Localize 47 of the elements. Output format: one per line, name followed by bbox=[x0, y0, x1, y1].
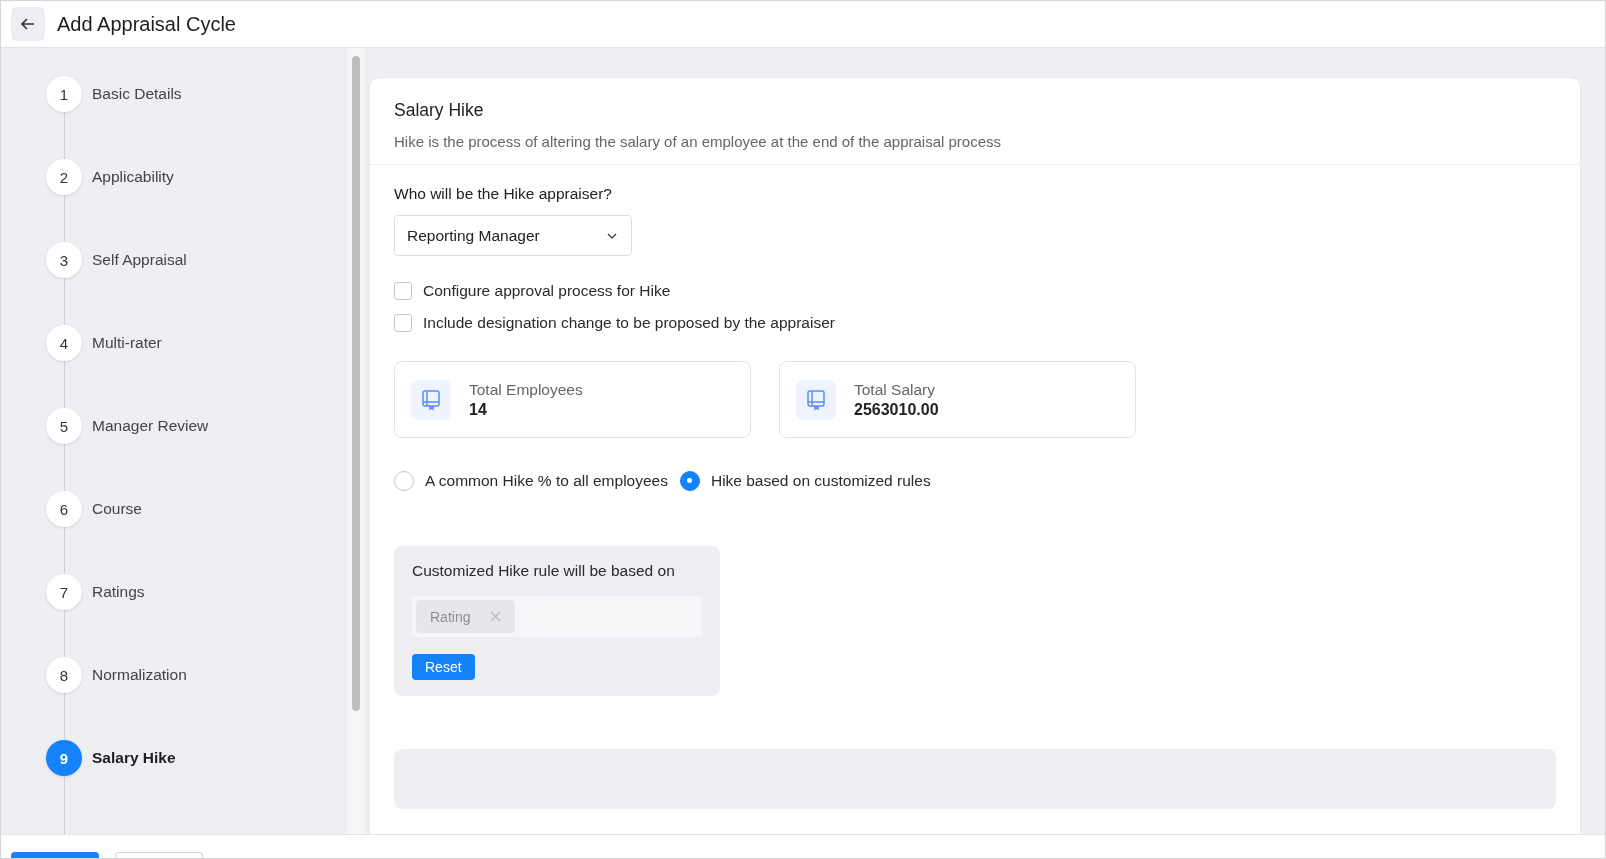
checkbox-label: Configure approval process for Hike bbox=[423, 282, 671, 300]
step-item[interactable]: 7 Ratings bbox=[46, 574, 347, 610]
checkbox[interactable] bbox=[394, 314, 412, 332]
step-number: 4 bbox=[46, 325, 82, 361]
step-item[interactable]: 5 Manager Review bbox=[46, 408, 347, 444]
stat-label: Total Salary bbox=[854, 380, 936, 399]
step-number: 9 bbox=[46, 740, 82, 776]
section-title: Salary Hike bbox=[394, 100, 485, 121]
back-button[interactable] bbox=[11, 7, 45, 41]
step-number: 8 bbox=[46, 657, 82, 693]
checkbox-label: Include designation change to be proposed by the appraiser bbox=[423, 314, 835, 332]
field-label: Who will be the Hike appraiser? bbox=[394, 185, 613, 203]
stat-value: 14 bbox=[469, 400, 488, 419]
radio-button[interactable] bbox=[679, 471, 700, 491]
checkbox[interactable] bbox=[394, 282, 412, 300]
ledger-icon bbox=[420, 388, 442, 411]
step-item[interactable]: 2 Applicability bbox=[46, 159, 347, 195]
primary-button[interactable] bbox=[11, 852, 99, 858]
step-number: 3 bbox=[46, 242, 82, 278]
step-number: 6 bbox=[46, 491, 82, 527]
step-item[interactable]: 6 Course bbox=[46, 491, 347, 527]
chevron-down-icon bbox=[607, 232, 617, 239]
scrollbar-thumb[interactable] bbox=[352, 56, 360, 711]
section-description: Hike is the process of altering the salary of an employee at the end of the appraisal process bbox=[394, 133, 1002, 150]
radio-label: Hike based on customized rules bbox=[710, 472, 931, 490]
close-icon[interactable] bbox=[490, 611, 502, 622]
step-number: 1 bbox=[46, 76, 82, 112]
radio-label: A common Hike % to all employees bbox=[425, 472, 668, 490]
reset-button[interactable]: Reset bbox=[412, 654, 475, 680]
step-number: 2 bbox=[46, 159, 82, 195]
secondary-button[interactable] bbox=[115, 852, 203, 858]
stat-label: Total Employees bbox=[469, 380, 583, 399]
back-arrow-icon bbox=[21, 18, 35, 30]
stat-value: 2563010.00 bbox=[854, 400, 939, 419]
step-item[interactable]: 3 Self Appraisal bbox=[46, 242, 347, 278]
step-item[interactable]: 9 Salary Hike bbox=[46, 740, 347, 776]
radio-button[interactable] bbox=[394, 471, 414, 491]
appraiser-dropdown[interactable]: Reporting Manager bbox=[394, 215, 632, 256]
tag-label: Rating bbox=[430, 608, 471, 625]
step-number: 7 bbox=[46, 574, 82, 610]
step-item[interactable]: 4 Multi-rater bbox=[46, 325, 347, 361]
step-item[interactable]: 1 Basic Details bbox=[46, 76, 347, 112]
rule-title: Customized Hike rule will be based on bbox=[412, 562, 676, 580]
ledger-icon bbox=[805, 388, 827, 411]
step-number: 5 bbox=[46, 408, 82, 444]
page-title: Add Appraisal Cycle bbox=[57, 12, 236, 36]
step-item[interactable]: 8 Normalization bbox=[46, 657, 347, 693]
